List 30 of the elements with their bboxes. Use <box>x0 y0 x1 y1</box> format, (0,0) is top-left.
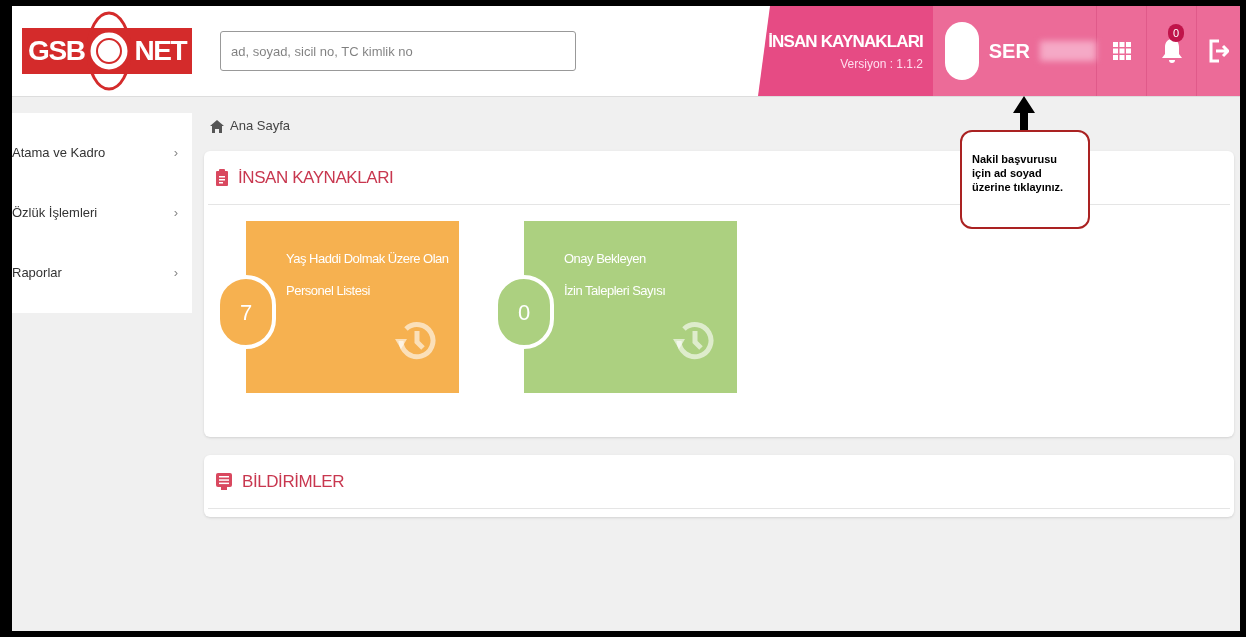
blurred-name <box>1039 41 1096 61</box>
module-title: İNSAN KAYNAKLARI <box>768 31 923 54</box>
sidebar-item[interactable]: Atama ve Kadro › <box>12 123 192 183</box>
search-field[interactable]: ad, soyad, sicil no, TC kimlik no <box>220 31 576 71</box>
panel-title: BİLDİRİMLER <box>242 470 345 493</box>
bell-icon <box>1161 38 1182 64</box>
clipboard-icon <box>216 169 228 186</box>
home-icon <box>210 119 224 133</box>
avatar <box>945 22 979 80</box>
tile-label: Yaş Haddi Dolmak Üzere Olan Personel Listesi <box>286 250 449 300</box>
logout-icon <box>1208 39 1229 63</box>
sidebar-item-label: Özlük İşlemleri <box>12 204 98 223</box>
chevron-icon: › <box>173 203 178 223</box>
callout-note: Nakil başvurusu için ad soyad üzerine tıklayınız. <box>960 130 1090 229</box>
chevron-icon: › <box>173 143 178 163</box>
chevron-icon: › <box>173 263 178 283</box>
grid-icon <box>1112 42 1131 60</box>
panel-title: İNSAN KAYNAKLARI <box>238 166 394 189</box>
apps-button[interactable] <box>1096 6 1146 96</box>
logout-button[interactable] <box>1196 6 1240 96</box>
sidebar-item-label: Atama ve Kadro <box>12 144 106 163</box>
list-icon <box>216 473 232 490</box>
sidebar-item[interactable]: Özlük İşlemleri › <box>12 183 192 243</box>
tile-label: Onay Bekleyen İzin Talepleri Sayısı <box>564 250 666 300</box>
version-label: Versiyon : 1.1.2 <box>840 55 923 73</box>
notifications-button[interactable]: 0 <box>1146 6 1196 96</box>
sidebar-item[interactable]: Raporlar › <box>12 243 192 303</box>
breadcrumb[interactable]: Ana Sayfa <box>230 116 290 136</box>
sidebar-item-label: Raporlar <box>12 264 62 283</box>
notification-badge: 0 <box>1168 24 1184 42</box>
